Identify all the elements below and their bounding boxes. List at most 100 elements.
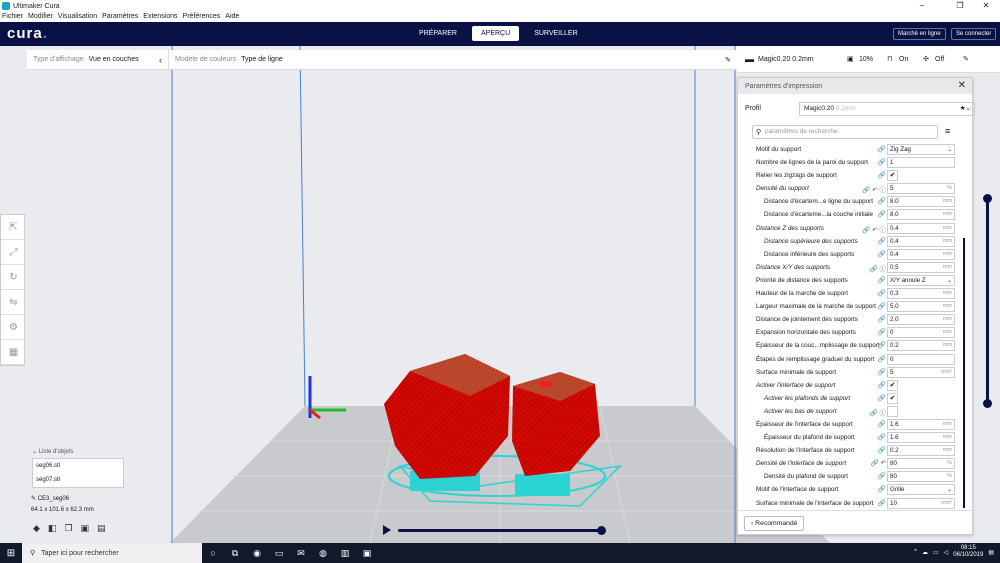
setting-checkbox[interactable]: [887, 405, 898, 417]
link-icon[interactable]: 🔗: [852, 381, 886, 389]
cura-taskbar-icon[interactable]: ▣: [356, 543, 378, 563]
setting-input[interactable]: 1.6 mm: [887, 418, 955, 430]
setting-dropdown[interactable]: Grille ⌄: [887, 484, 955, 496]
network-icon[interactable]: ▭: [933, 549, 939, 556]
link-icon[interactable]: 🔗: [852, 289, 886, 297]
layer-slider-bottom-handle[interactable]: [983, 399, 992, 408]
delete-icon[interactable]: ▤: [97, 523, 106, 534]
per-model-settings-icon[interactable]: ⚙: [1, 315, 26, 340]
link-icon[interactable]: 🔗: [852, 328, 886, 336]
clock[interactable]: 08:15 06/10/2019: [953, 545, 983, 559]
link-icon[interactable]: 🔗: [852, 237, 886, 245]
settings-search-input[interactable]: ⚲ paramètres de recherche: [752, 125, 938, 139]
print-settings-header[interactable]: ▬ Magic0.20 0.2mm ▣ 10% ⊓ On ✣ Off ✎: [737, 46, 1000, 73]
stage-tab[interactable]: SURVEILLER: [525, 26, 586, 41]
setting-input[interactable]: 0 mm: [887, 327, 955, 339]
link-icon[interactable]: 🔗: [852, 355, 886, 363]
taskbar-search[interactable]: ⚲ Taper ici pour rechercher: [22, 543, 202, 563]
star-icon[interactable]: ★⌄: [960, 104, 971, 112]
windows-start-icon[interactable]: ⊞: [0, 548, 22, 559]
link-icon[interactable]: 🔗: [852, 341, 886, 349]
link-icon[interactable]: 🔗: [852, 499, 886, 507]
object-list-item[interactable]: seg06.stl: [33, 459, 123, 473]
settings-menu-icon[interactable]: ≡: [945, 126, 950, 136]
chevron-left-icon[interactable]: ‹: [159, 55, 162, 65]
weather-icon[interactable]: ☁: [922, 549, 928, 556]
color-scheme-dropdown[interactable]: Type de ligne: [241, 56, 283, 63]
setting-input[interactable]: 0.2 mm: [887, 340, 955, 352]
volume-icon[interactable]: ◁: [944, 549, 949, 556]
setting-input[interactable]: 2.0 mm: [887, 314, 955, 326]
setting-input[interactable]: 0.3 mm: [887, 288, 955, 300]
arrange-icon[interactable]: ▣: [81, 523, 90, 534]
pencil-icon[interactable]: ✎: [31, 496, 36, 502]
setting-checkbox[interactable]: ✔: [887, 392, 898, 404]
firefox-icon[interactable]: ◍: [312, 543, 334, 563]
link-icon[interactable]: 🔗 ⓘ: [852, 263, 886, 273]
task-view-icon[interactable]: ⧉: [224, 543, 246, 563]
setting-input[interactable]: 0.4 mm: [887, 248, 955, 260]
setting-dropdown[interactable]: Zig Zag ⌄: [887, 144, 955, 155]
profile-dropdown[interactable]: Magic0.20 0.2mm ★⌄: [799, 102, 975, 116]
setting-input[interactable]: 0.4 mm: [887, 235, 955, 247]
mail-icon[interactable]: ✉: [290, 543, 312, 563]
link-icon[interactable]: 🔗 ↶: [852, 459, 886, 467]
link-icon[interactable]: 🔗: [852, 158, 886, 166]
link-icon[interactable]: 🔗: [852, 446, 886, 454]
setting-input[interactable]: 8.0 mm: [887, 196, 955, 208]
chart-app-icon[interactable]: ▥: [334, 543, 356, 563]
mirror-tool-icon[interactable]: ⇋: [1, 290, 26, 315]
signin-button[interactable]: Se connecter: [951, 28, 997, 40]
cube-icon[interactable]: ◆: [33, 523, 40, 534]
setting-input[interactable]: 8.0 mm: [887, 209, 955, 221]
setting-input[interactable]: 5 mm²: [887, 366, 955, 378]
recommended-button[interactable]: ‹ Recommandé: [744, 516, 805, 531]
app-icon[interactable]: ◉: [246, 543, 268, 563]
layer-slider-top-handle[interactable]: [983, 194, 992, 203]
path-slider-handle[interactable]: [597, 526, 606, 535]
object-list-item[interactable]: seg07.stl: [33, 473, 123, 487]
duplicate-icon[interactable]: ❐: [64, 523, 72, 534]
link-icon[interactable]: 🔗: [852, 433, 886, 441]
menu-item[interactable]: Paramètres: [102, 12, 138, 22]
setting-input[interactable]: 1.6 mm: [887, 432, 955, 444]
link-icon[interactable]: 🔗 ↶ ⓘ: [852, 224, 886, 234]
menu-item[interactable]: Modifier: [28, 12, 53, 22]
menu-item[interactable]: Aide: [225, 12, 239, 22]
setting-input[interactable]: 0.2 mm: [887, 445, 955, 457]
link-icon[interactable]: 🔗: [852, 485, 886, 493]
pencil-icon[interactable]: ✎: [725, 56, 731, 64]
play-icon[interactable]: [383, 525, 391, 535]
setting-input[interactable]: 80%: [887, 458, 955, 470]
link-icon[interactable]: 🔗: [852, 472, 886, 480]
rotate-tool-icon[interactable]: ↻: [1, 265, 26, 290]
setting-input[interactable]: 10 mm²: [887, 497, 955, 509]
setting-input[interactable]: 80%: [887, 471, 955, 483]
view-type-dropdown[interactable]: Vue en couches: [89, 56, 139, 63]
link-icon[interactable]: 🔗 ⓘ: [852, 407, 886, 417]
link-icon[interactable]: 🔗: [852, 250, 886, 258]
link-icon[interactable]: 🔗: [852, 197, 886, 205]
setting-checkbox[interactable]: ✔: [887, 170, 898, 182]
move-tool-icon[interactable]: ⇱: [1, 215, 26, 240]
setting-input[interactable]: 0.5 mm: [887, 261, 955, 273]
cortana-icon[interactable]: ○: [202, 543, 224, 563]
link-icon[interactable]: 🔗: [852, 276, 886, 284]
link-icon[interactable]: 🔗 ↶ ⓘ: [852, 184, 886, 194]
setting-checkbox[interactable]: ✔: [887, 379, 898, 391]
scale-tool-icon[interactable]: ⤢: [1, 240, 26, 265]
setting-input[interactable]: 5.0 mm: [887, 301, 955, 313]
support-blocker-icon[interactable]: ▦: [1, 340, 26, 365]
setting-input[interactable]: 5%: [887, 183, 955, 195]
setting-input[interactable]: 1: [887, 157, 955, 169]
link-icon[interactable]: 🔗: [852, 315, 886, 323]
pencil-icon[interactable]: ✎: [963, 55, 969, 63]
notification-icon[interactable]: ▤: [988, 549, 994, 556]
link-icon[interactable]: 🔗: [852, 420, 886, 428]
link-icon[interactable]: 🔗: [852, 210, 886, 218]
close-icon[interactable]: ✕: [958, 80, 966, 91]
menu-item[interactable]: Extensions: [143, 12, 177, 22]
menu-item[interactable]: Préférences: [183, 12, 221, 22]
layers-icon[interactable]: ◧: [48, 523, 57, 534]
setting-input[interactable]: 0.4 mm: [887, 222, 955, 234]
